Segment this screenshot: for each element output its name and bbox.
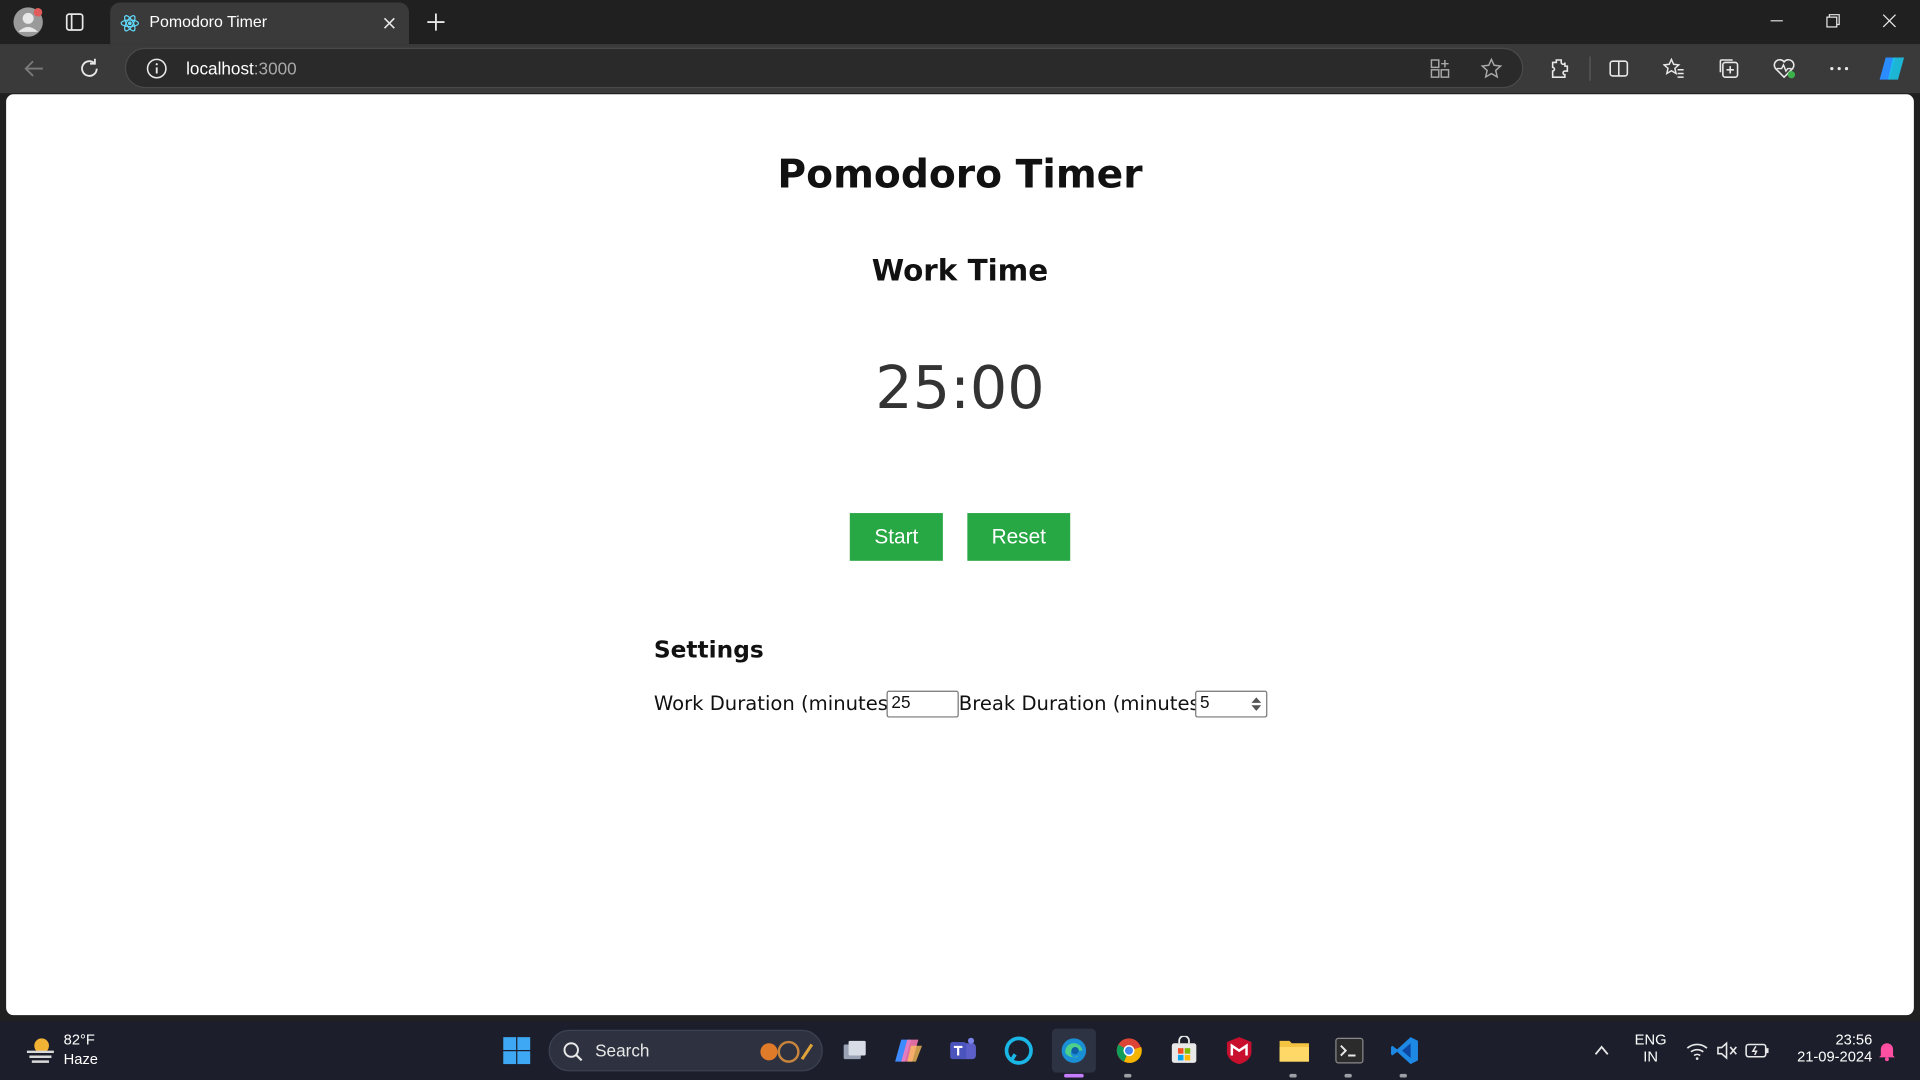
browser-tab[interactable]: Pomodoro Timer (110, 2, 409, 45)
break-duration-label: Break Duration (minutes): (958, 691, 1214, 716)
tab-title: Pomodoro Timer (149, 12, 268, 31)
running-indicator (1399, 1073, 1407, 1078)
more-icon[interactable] (1820, 49, 1859, 88)
weather-temperature: 82°F (63, 1031, 95, 1049)
running-indicator (1344, 1073, 1352, 1078)
close-icon[interactable] (380, 13, 400, 33)
search-icon (562, 1041, 584, 1069)
chevron-up-icon[interactable] (1581, 1029, 1623, 1073)
minimize-icon[interactable] (1749, 0, 1805, 42)
reset-button[interactable]: Reset (967, 513, 1071, 561)
react-favicon (120, 13, 140, 39)
search-placeholder: Search (595, 1040, 650, 1061)
break-duration-input[interactable]: 5 (1195, 690, 1268, 718)
work-duration-label: Work Duration (minutes): (653, 691, 903, 716)
terminal-icon[interactable] (1327, 1029, 1371, 1073)
teams-icon[interactable] (942, 1029, 986, 1073)
running-indicator (1124, 1073, 1132, 1078)
file-explorer-icon[interactable] (1272, 1029, 1316, 1073)
collections-icon[interactable] (1709, 49, 1748, 88)
url-text: localhost:3000 (186, 58, 297, 79)
favorite-star-icon[interactable] (1480, 57, 1503, 86)
start-button[interactable]: Start (849, 513, 943, 561)
haze-weather-icon (24, 1033, 56, 1071)
wifi-icon[interactable] (1680, 1029, 1714, 1073)
tab-actions-icon[interactable] (56, 5, 93, 39)
chrome-icon[interactable] (1107, 1029, 1151, 1073)
extensions-icon[interactable] (1539, 49, 1578, 88)
windows-taskbar: 82°F Haze Search ENG IN 23:56 21-09-2024 (0, 1021, 1920, 1080)
weather-condition: Haze (63, 1050, 98, 1068)
refresh-icon[interactable] (70, 49, 109, 88)
copilot-icon[interactable] (1873, 49, 1912, 88)
mcafee-icon[interactable] (1217, 1029, 1261, 1073)
task-view-icon[interactable] (833, 1029, 877, 1073)
timer-display: 25:00 (875, 353, 1045, 423)
search-highlight-icon (756, 1038, 817, 1071)
toolbar-divider (1589, 56, 1591, 81)
windows-start-icon[interactable] (495, 1029, 539, 1073)
taskbar-search[interactable]: Search (548, 1029, 823, 1072)
browser-essentials-icon[interactable] (1764, 49, 1803, 88)
language-indicator[interactable]: ENG IN (1629, 1031, 1673, 1065)
browser-title-bar: Pomodoro Timer (0, 0, 1920, 45)
active-app-indicator (1064, 1073, 1084, 1078)
edge-icon[interactable] (1051, 1028, 1096, 1073)
copilot-app-icon[interactable] (887, 1029, 931, 1073)
app-available-icon[interactable] (1429, 58, 1451, 86)
settings-title: Settings (653, 636, 764, 664)
app-title: Pomodoro Timer (777, 150, 1143, 198)
favorites-icon[interactable] (1654, 49, 1693, 88)
work-duration-input[interactable]: 25 (886, 690, 959, 718)
battery-icon[interactable] (1740, 1029, 1774, 1073)
address-bar[interactable]: localhost:3000 (124, 47, 1524, 89)
vscode-icon[interactable] (1382, 1029, 1426, 1073)
notification-bell-icon[interactable] (1873, 1029, 1900, 1073)
alexa-icon[interactable] (997, 1029, 1041, 1073)
running-indicator (1289, 1073, 1297, 1078)
new-tab-icon[interactable] (419, 5, 453, 39)
profile-icon[interactable] (10, 5, 47, 39)
site-info-icon[interactable] (146, 58, 168, 86)
window-close-icon[interactable] (1861, 0, 1917, 42)
spinner-arrows-icon[interactable] (1250, 696, 1262, 713)
clock[interactable]: 23:56 21-09-2024 (1782, 1031, 1872, 1065)
microsoft-store-icon[interactable] (1162, 1029, 1206, 1073)
split-screen-icon[interactable] (1599, 49, 1638, 88)
browser-toolbar: localhost:3000 (0, 44, 1920, 94)
page-viewport: Pomodoro Timer Work Time 25:00 Start Res… (6, 94, 1914, 1016)
back-icon[interactable] (15, 49, 54, 88)
restore-icon[interactable] (1805, 0, 1861, 42)
mode-label: Work Time (871, 253, 1049, 288)
